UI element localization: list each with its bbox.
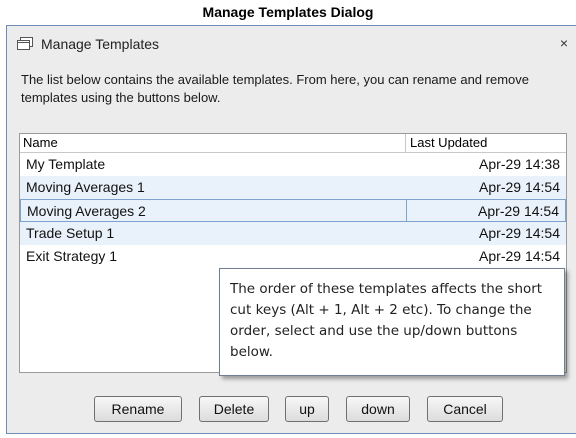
template-name: Exit Strategy 1: [26, 248, 118, 264]
template-name: Moving Averages 2: [27, 203, 146, 219]
column-divider[interactable]: [405, 134, 406, 152]
rename-button[interactable]: Rename: [94, 396, 182, 422]
template-last-updated: Apr-29 14:54: [479, 179, 560, 195]
table-row[interactable]: Trade Setup 1 Apr-29 14:54: [20, 222, 566, 245]
up-button[interactable]: up: [285, 396, 329, 422]
close-icon[interactable]: ×: [554, 33, 574, 53]
template-last-updated: Apr-29 14:54: [479, 225, 560, 241]
column-header-name[interactable]: Name: [23, 135, 58, 150]
cancel-button[interactable]: Cancel: [427, 396, 503, 422]
list-header: Name Last Updated: [20, 134, 566, 153]
template-name: My Template: [26, 156, 106, 172]
delete-button[interactable]: Delete: [199, 396, 269, 422]
template-last-updated: Apr-29 14:38: [479, 156, 560, 172]
down-button[interactable]: down: [346, 396, 410, 422]
button-bar: Rename Delete up down Cancel: [7, 396, 576, 426]
template-last-updated: Apr-29 14:54: [478, 203, 559, 219]
template-name: Moving Averages 1: [26, 179, 145, 195]
window-icon: [16, 37, 34, 51]
column-header-last-updated[interactable]: Last Updated: [410, 135, 487, 150]
title-bar[interactable]: Manage Templates ×: [7, 26, 576, 62]
order-help-tooltip: The order of these templates affects the…: [219, 268, 565, 376]
table-row[interactable]: Moving Averages 1 Apr-29 14:54: [20, 176, 566, 199]
table-row[interactable]: My Template Apr-29 14:38: [20, 153, 566, 176]
manage-templates-dialog: Manage Templates × The list below contai…: [6, 25, 576, 434]
figure-caption: Manage Templates Dialog: [202, 4, 374, 20]
dialog-description: The list below contains the available te…: [21, 72, 529, 105]
column-divider: [406, 200, 407, 221]
table-row-selected[interactable]: Moving Averages 2 Apr-29 14:54: [20, 199, 566, 222]
dialog-title: Manage Templates: [41, 36, 160, 52]
table-row[interactable]: Exit Strategy 1 Apr-29 14:54: [20, 245, 566, 268]
template-name: Trade Setup 1: [26, 225, 115, 241]
template-last-updated: Apr-29 14:54: [479, 248, 560, 264]
